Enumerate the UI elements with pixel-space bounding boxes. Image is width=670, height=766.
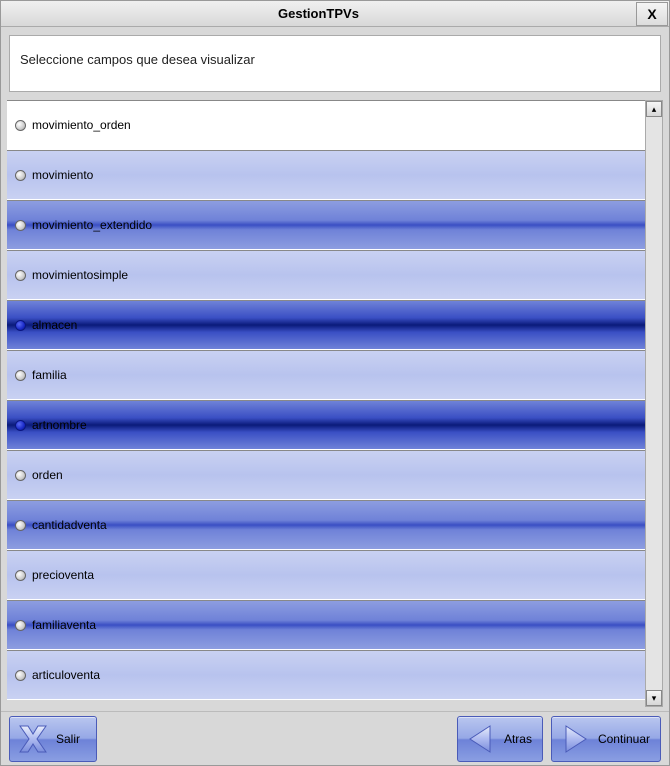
next-button[interactable]: Continuar: [551, 716, 661, 762]
field-row[interactable]: cantidadventa: [7, 500, 645, 550]
field-row[interactable]: precioventa: [7, 550, 645, 600]
field-list-container: movimiento_orden movimiento movimiento_ext…: [7, 100, 663, 707]
title-bar: GestionTPVs X: [1, 1, 669, 27]
radio-icon[interactable]: [15, 620, 26, 631]
back-icon: [462, 720, 500, 758]
field-label: precioventa: [32, 568, 94, 582]
radio-icon[interactable]: [15, 170, 26, 181]
field-row[interactable]: almacen: [7, 300, 645, 350]
scroll-up-button[interactable]: ▴: [646, 101, 662, 117]
scroll-down-button[interactable]: ▾: [646, 690, 662, 706]
radio-icon[interactable]: [15, 420, 26, 431]
exit-button[interactable]: Salir: [9, 716, 97, 762]
close-button[interactable]: X: [636, 2, 668, 26]
radio-icon[interactable]: [15, 120, 26, 131]
footer-bar: Salir Atras: [1, 711, 669, 765]
field-row[interactable]: movimiento_extendido: [7, 200, 645, 250]
field-row[interactable]: familia: [7, 350, 645, 400]
scroll-track[interactable]: [646, 117, 662, 690]
scrollbar[interactable]: ▴ ▾: [645, 100, 663, 707]
app-window: GestionTPVs X Seleccione campos que dese…: [0, 0, 670, 766]
field-label: almacen: [32, 318, 77, 332]
exit-icon: [14, 720, 52, 758]
field-list: movimiento_orden movimiento movimiento_ext…: [7, 100, 645, 707]
back-button[interactable]: Atras: [457, 716, 543, 762]
radio-icon[interactable]: [15, 320, 26, 331]
window-title: GestionTPVs: [1, 6, 636, 21]
exit-label: Salir: [56, 732, 80, 746]
field-label: familiaventa: [32, 618, 96, 632]
back-label: Atras: [504, 732, 532, 746]
field-label: articuloventa: [32, 668, 100, 682]
field-label: movimiento_orden: [32, 118, 131, 132]
field-label: movimientosimple: [32, 268, 128, 282]
radio-icon[interactable]: [15, 520, 26, 531]
radio-icon[interactable]: [15, 370, 26, 381]
field-label: cantidadventa: [32, 518, 107, 532]
field-row[interactable]: orden: [7, 450, 645, 500]
field-label: movimiento_extendido: [32, 218, 152, 232]
radio-icon[interactable]: [15, 570, 26, 581]
instruction-panel: Seleccione campos que desea visualizar: [9, 35, 661, 92]
field-label: orden: [32, 468, 63, 482]
radio-icon[interactable]: [15, 670, 26, 681]
radio-icon[interactable]: [15, 220, 26, 231]
next-label: Continuar: [598, 732, 650, 746]
field-label: artnombre: [32, 418, 87, 432]
field-label: movimiento: [32, 168, 93, 182]
field-row[interactable]: artnombre: [7, 400, 645, 450]
field-row[interactable]: movimiento_orden: [7, 100, 645, 150]
field-row[interactable]: familiaventa: [7, 600, 645, 650]
radio-icon[interactable]: [15, 470, 26, 481]
field-label: familia: [32, 368, 67, 382]
next-icon: [556, 720, 594, 758]
field-row[interactable]: movimiento: [7, 150, 645, 200]
radio-icon[interactable]: [15, 270, 26, 281]
field-row[interactable]: articuloventa: [7, 650, 645, 700]
field-row[interactable]: movimientosimple: [7, 250, 645, 300]
instruction-text: Seleccione campos que desea visualizar: [20, 52, 255, 67]
